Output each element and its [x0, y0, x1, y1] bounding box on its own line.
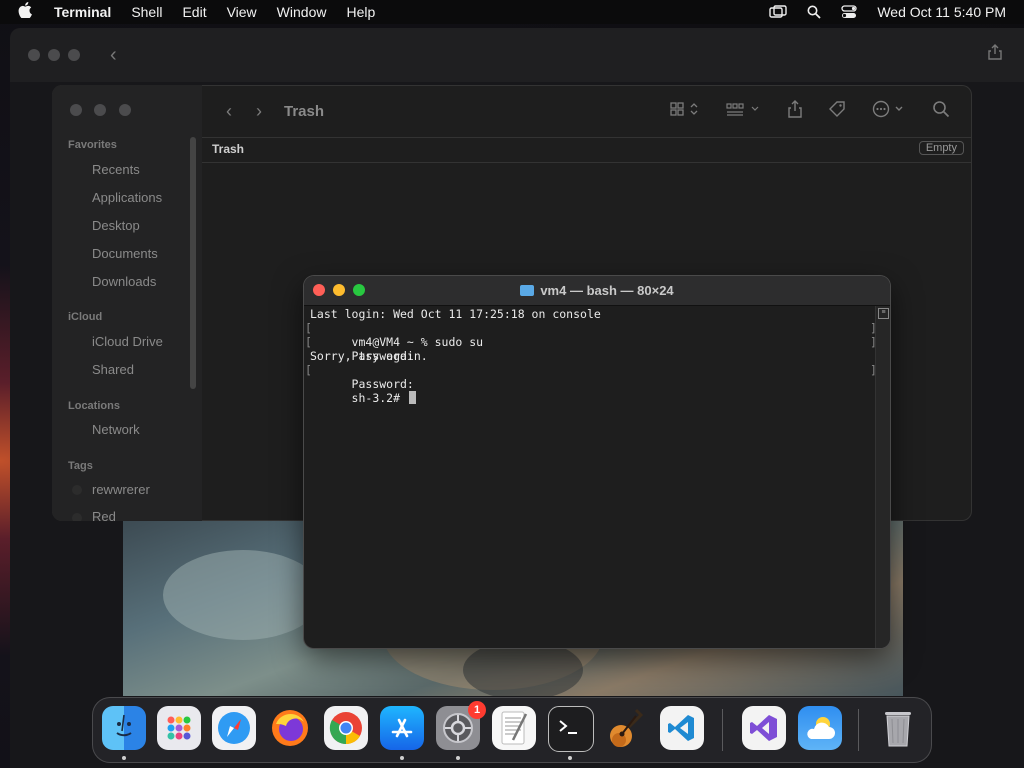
- finder-zoom-button[interactable]: [118, 104, 131, 116]
- sidebar-item-shared[interactable]: Shared: [92, 362, 134, 377]
- dock-textedit-icon[interactable]: [492, 706, 536, 750]
- menu-edit[interactable]: Edit: [172, 4, 216, 20]
- dock-running-indicator: [122, 756, 126, 760]
- sidebar-item-recents[interactable]: Recents: [92, 162, 140, 177]
- menu-view[interactable]: View: [217, 4, 267, 20]
- terminal-zoom-button[interactable]: [353, 284, 365, 296]
- dock-running-indicator: [456, 756, 460, 760]
- terminal-close-button[interactable]: [313, 284, 325, 296]
- dock-running-indicator: [568, 756, 572, 760]
- vm-share-icon[interactable]: [988, 44, 1002, 64]
- dock-firefox-icon[interactable]: [268, 706, 312, 750]
- dock-safari-icon[interactable]: [212, 706, 256, 750]
- terminal-scrollbar[interactable]: ≡: [875, 306, 890, 648]
- more-actions-icon[interactable]: [872, 100, 906, 122]
- terminal-prompt: sh-3.2#: [351, 391, 407, 405]
- terminal-prompt-line[interactable]: sh-3.2#: [304, 377, 876, 405]
- text-cursor: [408, 391, 416, 404]
- finder-toolbar: ‹ › Trash: [202, 85, 972, 137]
- vm-minimize-button[interactable]: [48, 49, 60, 61]
- group-by-icon[interactable]: [726, 101, 762, 121]
- dock: 1: [92, 697, 932, 763]
- tag-color-dot-icon: [72, 485, 82, 495]
- sidebar-tag-red[interactable]: Red: [92, 509, 116, 521]
- back-chevron-icon[interactable]: ‹: [226, 101, 232, 122]
- terminal-line: Last login: Wed Oct 11 17:25:18 on conso…: [310, 307, 601, 321]
- sidebar-section-locations: Locations: [68, 400, 120, 412]
- sidebar-tag-rewwrerer[interactable]: rewwrerer: [92, 482, 150, 497]
- sidebar-section-tags: Tags: [68, 460, 93, 472]
- sidebar-item-applications[interactable]: Applications: [92, 190, 162, 205]
- tag-icon[interactable]: [828, 100, 846, 122]
- sidebar-item-desktop[interactable]: Desktop: [92, 218, 140, 233]
- terminal-output[interactable]: Last login: Wed Oct 11 17:25:18 on conso…: [304, 306, 877, 648]
- terminal-line: [Password:]: [305, 335, 877, 363]
- notification-badge: 1: [468, 701, 486, 719]
- sidebar-item-icloud-drive[interactable]: iCloud Drive: [92, 334, 163, 349]
- dock-terminal-icon[interactable]: [548, 706, 594, 752]
- sidebar-scrollbar[interactable]: [190, 137, 196, 389]
- sidebar-section-favorites: Favorites: [68, 139, 117, 151]
- terminal-line: Sorry, try again.: [310, 349, 428, 363]
- terminal-window[interactable]: vm4 — bash — 80×24 Last login: Wed Oct 1…: [304, 276, 890, 648]
- dock-vscode-icon[interactable]: [660, 706, 704, 750]
- split-pane-icon[interactable]: ≡: [878, 308, 889, 319]
- share-icon[interactable]: [788, 100, 802, 122]
- trash-header-title: Trash: [212, 142, 245, 156]
- terminal-minimize-button[interactable]: [333, 284, 345, 296]
- search-icon[interactable]: [932, 100, 950, 122]
- finder-close-button[interactable]: [70, 104, 82, 116]
- finder-path-header: Trash Empty: [202, 137, 972, 163]
- dock-weather-icon[interactable]: [798, 706, 842, 750]
- dock-running-indicator: [400, 756, 404, 760]
- mark-bracket-icon: [: [305, 321, 312, 335]
- menu-help[interactable]: Help: [336, 4, 385, 20]
- sidebar-item-downloads[interactable]: Downloads: [92, 274, 156, 289]
- dock-launchpad-icon[interactable]: [157, 706, 201, 750]
- terminal-title: vm4 — bash — 80×24: [540, 283, 674, 298]
- menu-clock[interactable]: Wed Oct 11 5:40 PM: [867, 4, 1024, 20]
- menu-bar: Terminal Shell Edit View Window Help Wed…: [0, 0, 1024, 24]
- sidebar-section-icloud: iCloud: [68, 311, 103, 323]
- vm-window-titlebar: ‹: [10, 28, 1024, 82]
- screen-mirroring-icon[interactable]: [759, 5, 797, 19]
- terminal-line: [vm4@VM4 ~ % sudo su]: [305, 321, 877, 349]
- dock-trash-icon[interactable]: [876, 706, 920, 750]
- spotlight-search-icon[interactable]: [797, 5, 831, 19]
- tag-color-dot-icon: [72, 513, 82, 521]
- dock-separator: [722, 709, 723, 751]
- vm-zoom-button[interactable]: [68, 49, 80, 61]
- forward-chevron-icon[interactable]: ›: [256, 101, 262, 122]
- finder-window-title: Trash: [284, 102, 325, 120]
- dock-garageband-icon[interactable]: [604, 706, 648, 750]
- dock-finder-icon[interactable]: [102, 706, 146, 750]
- dock-separator: [858, 709, 859, 751]
- folder-icon: [520, 285, 535, 296]
- empty-trash-button[interactable]: Empty: [918, 141, 964, 155]
- sidebar-item-network[interactable]: Network: [92, 422, 140, 437]
- mark-bracket-icon: [: [305, 363, 312, 377]
- dock-visual-studio-icon[interactable]: [742, 706, 786, 750]
- menu-shell[interactable]: Shell: [121, 4, 172, 20]
- terminal-titlebar[interactable]: vm4 — bash — 80×24: [304, 276, 890, 306]
- sidebar-item-documents[interactable]: Documents: [92, 246, 158, 261]
- mark-bracket-icon: [: [305, 335, 312, 349]
- dock-chrome-icon[interactable]: [324, 706, 368, 750]
- terminal-line: [Password:]: [305, 363, 877, 391]
- menu-app-name[interactable]: Terminal: [44, 4, 121, 20]
- dock-app-store-icon[interactable]: [380, 706, 424, 750]
- finder-sidebar: Favorites Recents Applications Desktop D…: [52, 85, 202, 521]
- vm-close-button[interactable]: [28, 49, 40, 61]
- control-center-icon[interactable]: [831, 5, 867, 19]
- vm-back-icon[interactable]: ‹: [110, 44, 117, 67]
- menu-window[interactable]: Window: [267, 4, 337, 20]
- dock-system-settings-icon[interactable]: 1: [436, 701, 486, 750]
- finder-minimize-button[interactable]: [94, 104, 107, 116]
- view-grid-icon[interactable]: [670, 101, 700, 121]
- apple-menu-icon[interactable]: [0, 1, 44, 23]
